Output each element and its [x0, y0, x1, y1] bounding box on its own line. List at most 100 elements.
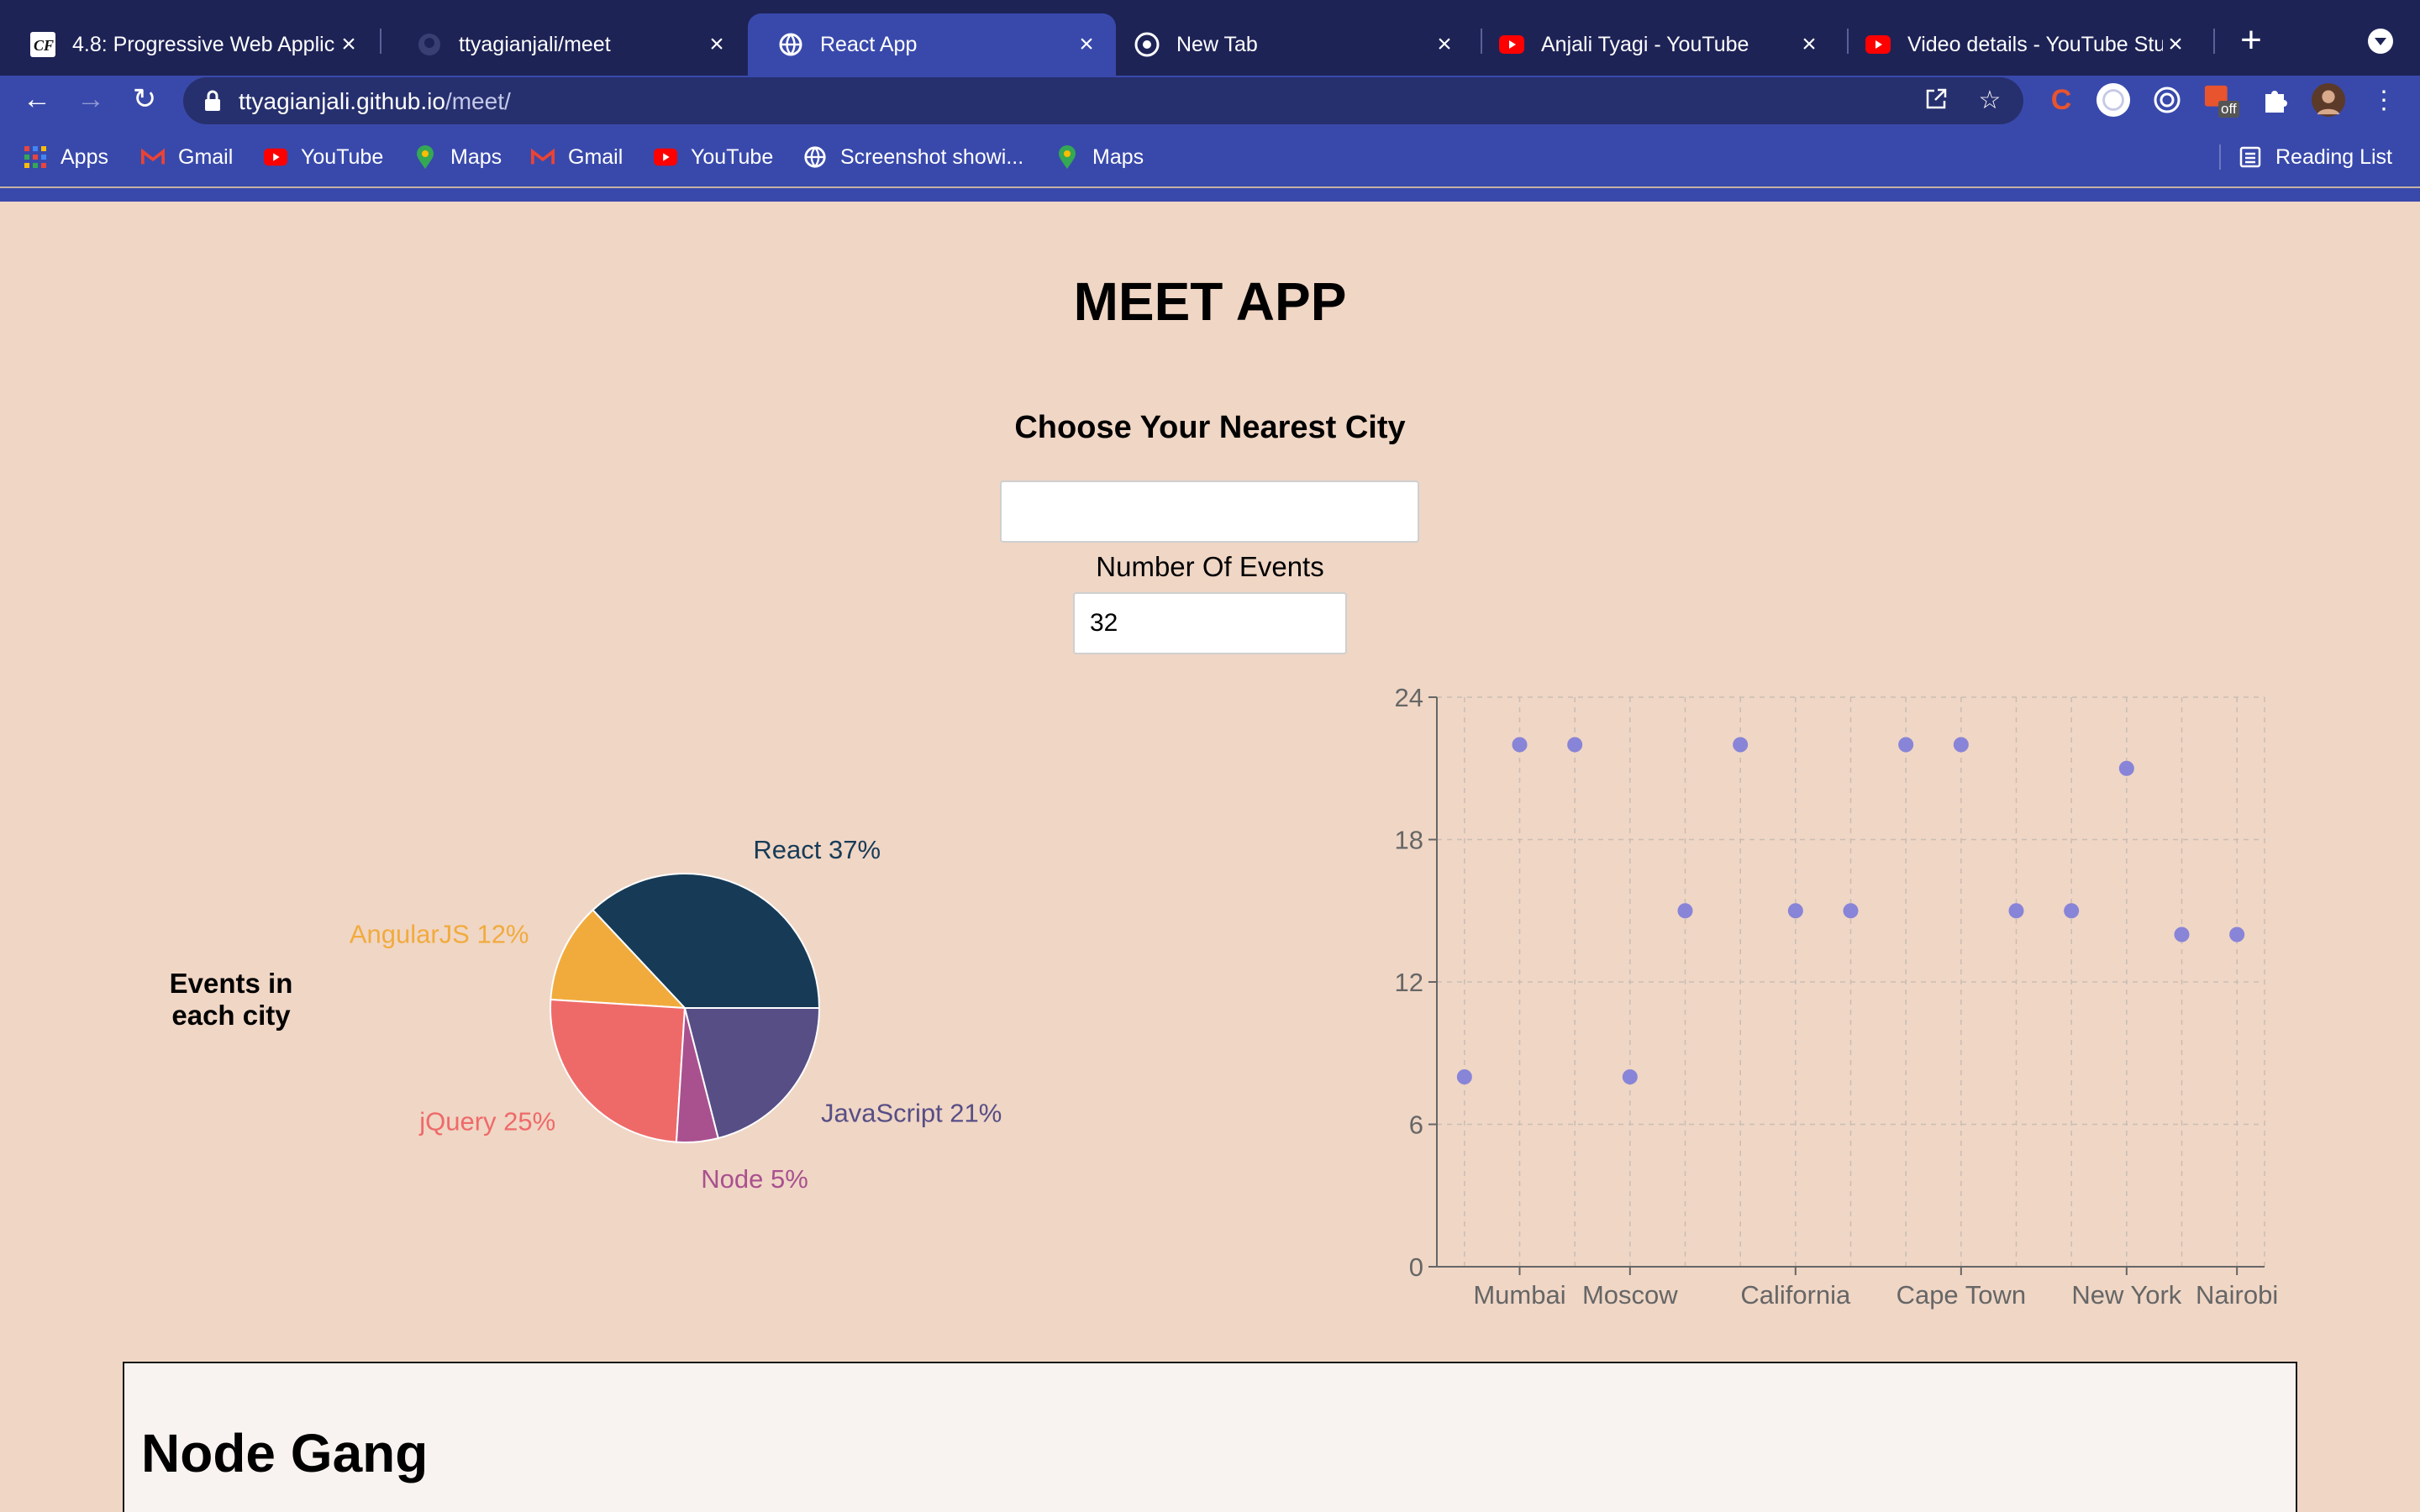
open-in-app-icon[interactable] — [1923, 87, 1949, 114]
scatter-point[interactable] — [1898, 737, 1914, 753]
viewport-top-edge — [0, 186, 2420, 188]
tab-new-tab[interactable]: New Tab × — [1104, 13, 1474, 76]
reading-list-button[interactable]: Reading List — [2238, 138, 2392, 176]
bookmark-apps[interactable]: Apps — [24, 138, 108, 176]
bookmarks-separator — [2219, 144, 2221, 170]
event-title: Node Gang — [141, 1423, 429, 1483]
tab-separator — [2213, 29, 2215, 54]
scatter-point[interactable] — [1843, 903, 1859, 919]
url-path: /meet/ — [445, 88, 511, 114]
close-tab-icon[interactable]: × — [2163, 30, 2188, 59]
x-tick-label: Moscow — [1582, 1280, 1678, 1310]
scatter-point[interactable] — [2229, 927, 2245, 942]
tab-title: Video details - YouTube Stu — [1907, 32, 2163, 56]
bookmark-maps[interactable]: Maps — [1055, 138, 1144, 176]
y-tick-label: 12 — [1395, 968, 1423, 997]
url-text: ttyagianjali.github.io/meet/ — [239, 88, 511, 115]
youtube-icon — [264, 145, 287, 169]
pie-slice-jquery[interactable] — [550, 998, 687, 1143]
close-tab-icon[interactable]: × — [336, 30, 361, 59]
scatter-point[interactable] — [1787, 903, 1803, 919]
scatter-point[interactable] — [1733, 737, 1749, 753]
avatar[interactable] — [2311, 82, 2346, 118]
bookmark-gmail[interactable]: Gmail — [531, 138, 623, 176]
chrome-icon — [1134, 32, 1160, 57]
close-tab-icon[interactable]: × — [1074, 30, 1099, 59]
bookmarks-bar: Apps Gmail YouTube Maps Gmail YouTube Sc… — [0, 138, 2420, 176]
tab-title: 4.8: Progressive Web Applic — [72, 32, 335, 56]
tab-title: React App — [820, 32, 918, 56]
tab-separator — [380, 29, 381, 54]
bookmark-youtube[interactable]: YouTube — [654, 138, 773, 176]
off-extension-icon[interactable]: off — [2203, 82, 2239, 118]
globe-icon — [778, 32, 803, 57]
tab-youtube-studio[interactable]: Video details - YouTube Stu × — [1835, 13, 2205, 76]
puzzle-extensions-icon[interactable] — [2257, 82, 2292, 118]
scatter-point[interactable] — [1677, 903, 1693, 919]
back-arrow-icon[interactable]: ← — [18, 81, 55, 118]
tab-github-meet[interactable]: ttyagianjali/meet × — [387, 13, 746, 76]
x-tick-label: New York — [2071, 1280, 2181, 1310]
x-tick-label: Nairobi — [2196, 1280, 2278, 1310]
scatter-point[interactable] — [2174, 927, 2190, 942]
extension-badge: off — [2218, 101, 2239, 118]
tab-search-chevron-icon[interactable] — [2368, 29, 2393, 54]
page-title: MEET APP — [1073, 271, 1347, 332]
apps-grid-icon — [24, 145, 47, 169]
globe-icon — [803, 145, 827, 169]
close-tab-icon[interactable]: × — [704, 30, 729, 59]
tab-title: ttyagianjali/meet — [459, 32, 611, 56]
city-search-input[interactable] — [1000, 480, 1419, 543]
x-tick-label: California — [1740, 1280, 1851, 1310]
tab-title: New Tab — [1176, 32, 1258, 56]
pie-label-javascript: JavaScript 21% — [821, 1099, 1002, 1128]
tab-progressive-web-app[interactable]: CF 4.8: Progressive Web Applic × — [0, 13, 378, 76]
new-tab-plus-icon[interactable]: + — [2231, 22, 2271, 62]
scatter-point[interactable] — [1622, 1069, 1638, 1084]
bookmark-label: Maps — [450, 144, 502, 169]
c-extension-icon[interactable]: C — [2044, 82, 2079, 118]
bookmark-screenshot[interactable]: Screenshot showi... — [803, 138, 1023, 176]
scatter-point[interactable] — [2118, 760, 2134, 776]
event-card[interactable]: Node Gang — [123, 1362, 2297, 1512]
events-scatter-chart: 0 6 12 18 24 Mumbai Moscow California Cape Town N… — [1395, 683, 2279, 1310]
pie-label-jquery: jQuery 25% — [418, 1107, 555, 1137]
cf-icon: CF — [30, 32, 55, 57]
forward-arrow-icon[interactable]: → — [72, 81, 109, 118]
close-tab-icon[interactable]: × — [1432, 30, 1457, 59]
maps-icon — [413, 145, 437, 169]
bookmark-label: Maps — [1092, 144, 1144, 169]
close-tab-icon[interactable]: × — [1797, 30, 1822, 59]
github-icon — [417, 32, 442, 57]
scatter-point[interactable] — [1512, 737, 1528, 753]
bookmark-label: Apps — [60, 144, 108, 169]
address-bar[interactable]: ttyagianjali.github.io/meet/ ☆ — [183, 77, 2023, 124]
target-extension-icon[interactable] — [2149, 82, 2185, 118]
x-tick-label: Mumbai — [1473, 1280, 1565, 1310]
number-of-events-input[interactable] — [1073, 592, 1347, 654]
scatter-point[interactable] — [1456, 1069, 1472, 1084]
bookmark-youtube[interactable]: YouTube — [264, 138, 383, 176]
url-host: ttyagianjali.github.io — [239, 88, 445, 114]
scatter-point[interactable] — [2008, 903, 2024, 919]
youtube-icon — [1865, 32, 1891, 57]
number-of-events-label: Number Of Events — [1096, 551, 1324, 582]
scatter-point[interactable] — [1567, 737, 1583, 753]
extension-circle-icon[interactable] — [2096, 82, 2131, 118]
tab-youtube-channel[interactable]: Anjali Tyagi - YouTube × — [1469, 13, 1839, 76]
youtube-icon — [654, 145, 677, 169]
scatter-point[interactable] — [2064, 903, 2080, 919]
bookmark-star-icon[interactable]: ☆ — [1976, 87, 2003, 114]
maps-icon — [1055, 145, 1079, 169]
tab-react-app[interactable]: React App × — [748, 13, 1116, 76]
y-tick-label: 18 — [1395, 826, 1423, 855]
svg-text:CF: CF — [34, 37, 54, 54]
reload-icon[interactable]: ↻ — [126, 81, 163, 118]
bookmark-label: Screenshot showi... — [840, 144, 1024, 169]
bookmark-maps[interactable]: Maps — [413, 138, 502, 176]
y-tick-label: 0 — [1409, 1252, 1423, 1282]
browser-menu-icon[interactable]: ⋮ — [2366, 82, 2402, 118]
scatter-point[interactable] — [1953, 737, 1969, 753]
lock-icon — [203, 90, 222, 112]
bookmark-gmail[interactable]: Gmail — [141, 138, 233, 176]
